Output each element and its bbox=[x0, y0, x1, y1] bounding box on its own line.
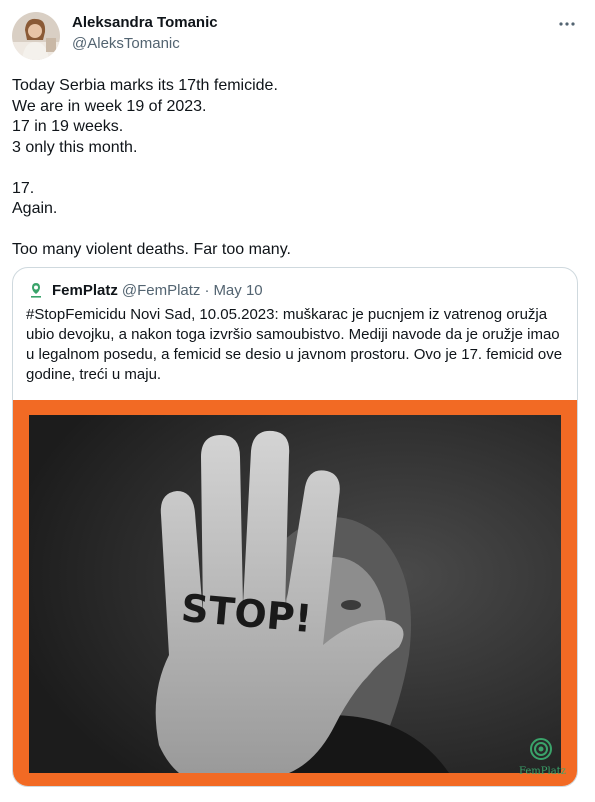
quoted-author-avatar[interactable] bbox=[26, 280, 46, 300]
author-handle[interactable]: @AleksTomanic bbox=[72, 34, 218, 54]
author-name[interactable]: Aleksandra Tomanic bbox=[72, 13, 218, 33]
separator-dot: · bbox=[204, 281, 210, 299]
quoted-tweet[interactable]: FemPlatz @FemPlatz · May 10 #StopFemicid… bbox=[12, 267, 578, 787]
quoted-date[interactable]: May 10 bbox=[213, 282, 262, 299]
quoted-author-name[interactable]: FemPlatz bbox=[52, 282, 118, 299]
stop-hand-photo: STOP! bbox=[29, 415, 561, 773]
quoted-author-handle[interactable]: @FemPlatz bbox=[122, 282, 201, 299]
author-avatar[interactable] bbox=[12, 12, 60, 60]
tweet-line: 17 in 19 weeks. bbox=[12, 118, 124, 135]
tweet-line bbox=[12, 220, 577, 241]
femplatz-logo-text: FemPlatz bbox=[519, 766, 566, 777]
tweet-line: We are in week 19 of 2023. bbox=[12, 97, 207, 115]
tweet-line: 3 only this month. bbox=[12, 138, 138, 156]
tweet-text: Today Serbia marks its 17th femicide. We… bbox=[12, 76, 577, 261]
author-info: Aleksandra Tomanic @AleksTomanic bbox=[72, 13, 218, 54]
tweet-line: Today Serbia marks its 17th femicide. bbox=[12, 77, 278, 94]
more-horizontal-icon[interactable] bbox=[557, 14, 577, 34]
quoted-tweet-text: #StopFemicidu Novi Sad, 10.05.2023: mušk… bbox=[26, 306, 563, 383]
tweet-line: Too many violent deaths. Far too many. bbox=[12, 241, 291, 258]
quoted-tweet-header: FemPlatz @FemPlatz · May 10 bbox=[26, 280, 263, 300]
tweet-line: 17. bbox=[12, 179, 35, 197]
tweet-line: Again. bbox=[12, 200, 58, 217]
tweet-line bbox=[12, 158, 577, 179]
quoted-media-image[interactable]: STOP! FemPlatz bbox=[13, 400, 577, 786]
femplatz-logo: FemPlatz bbox=[519, 738, 566, 782]
